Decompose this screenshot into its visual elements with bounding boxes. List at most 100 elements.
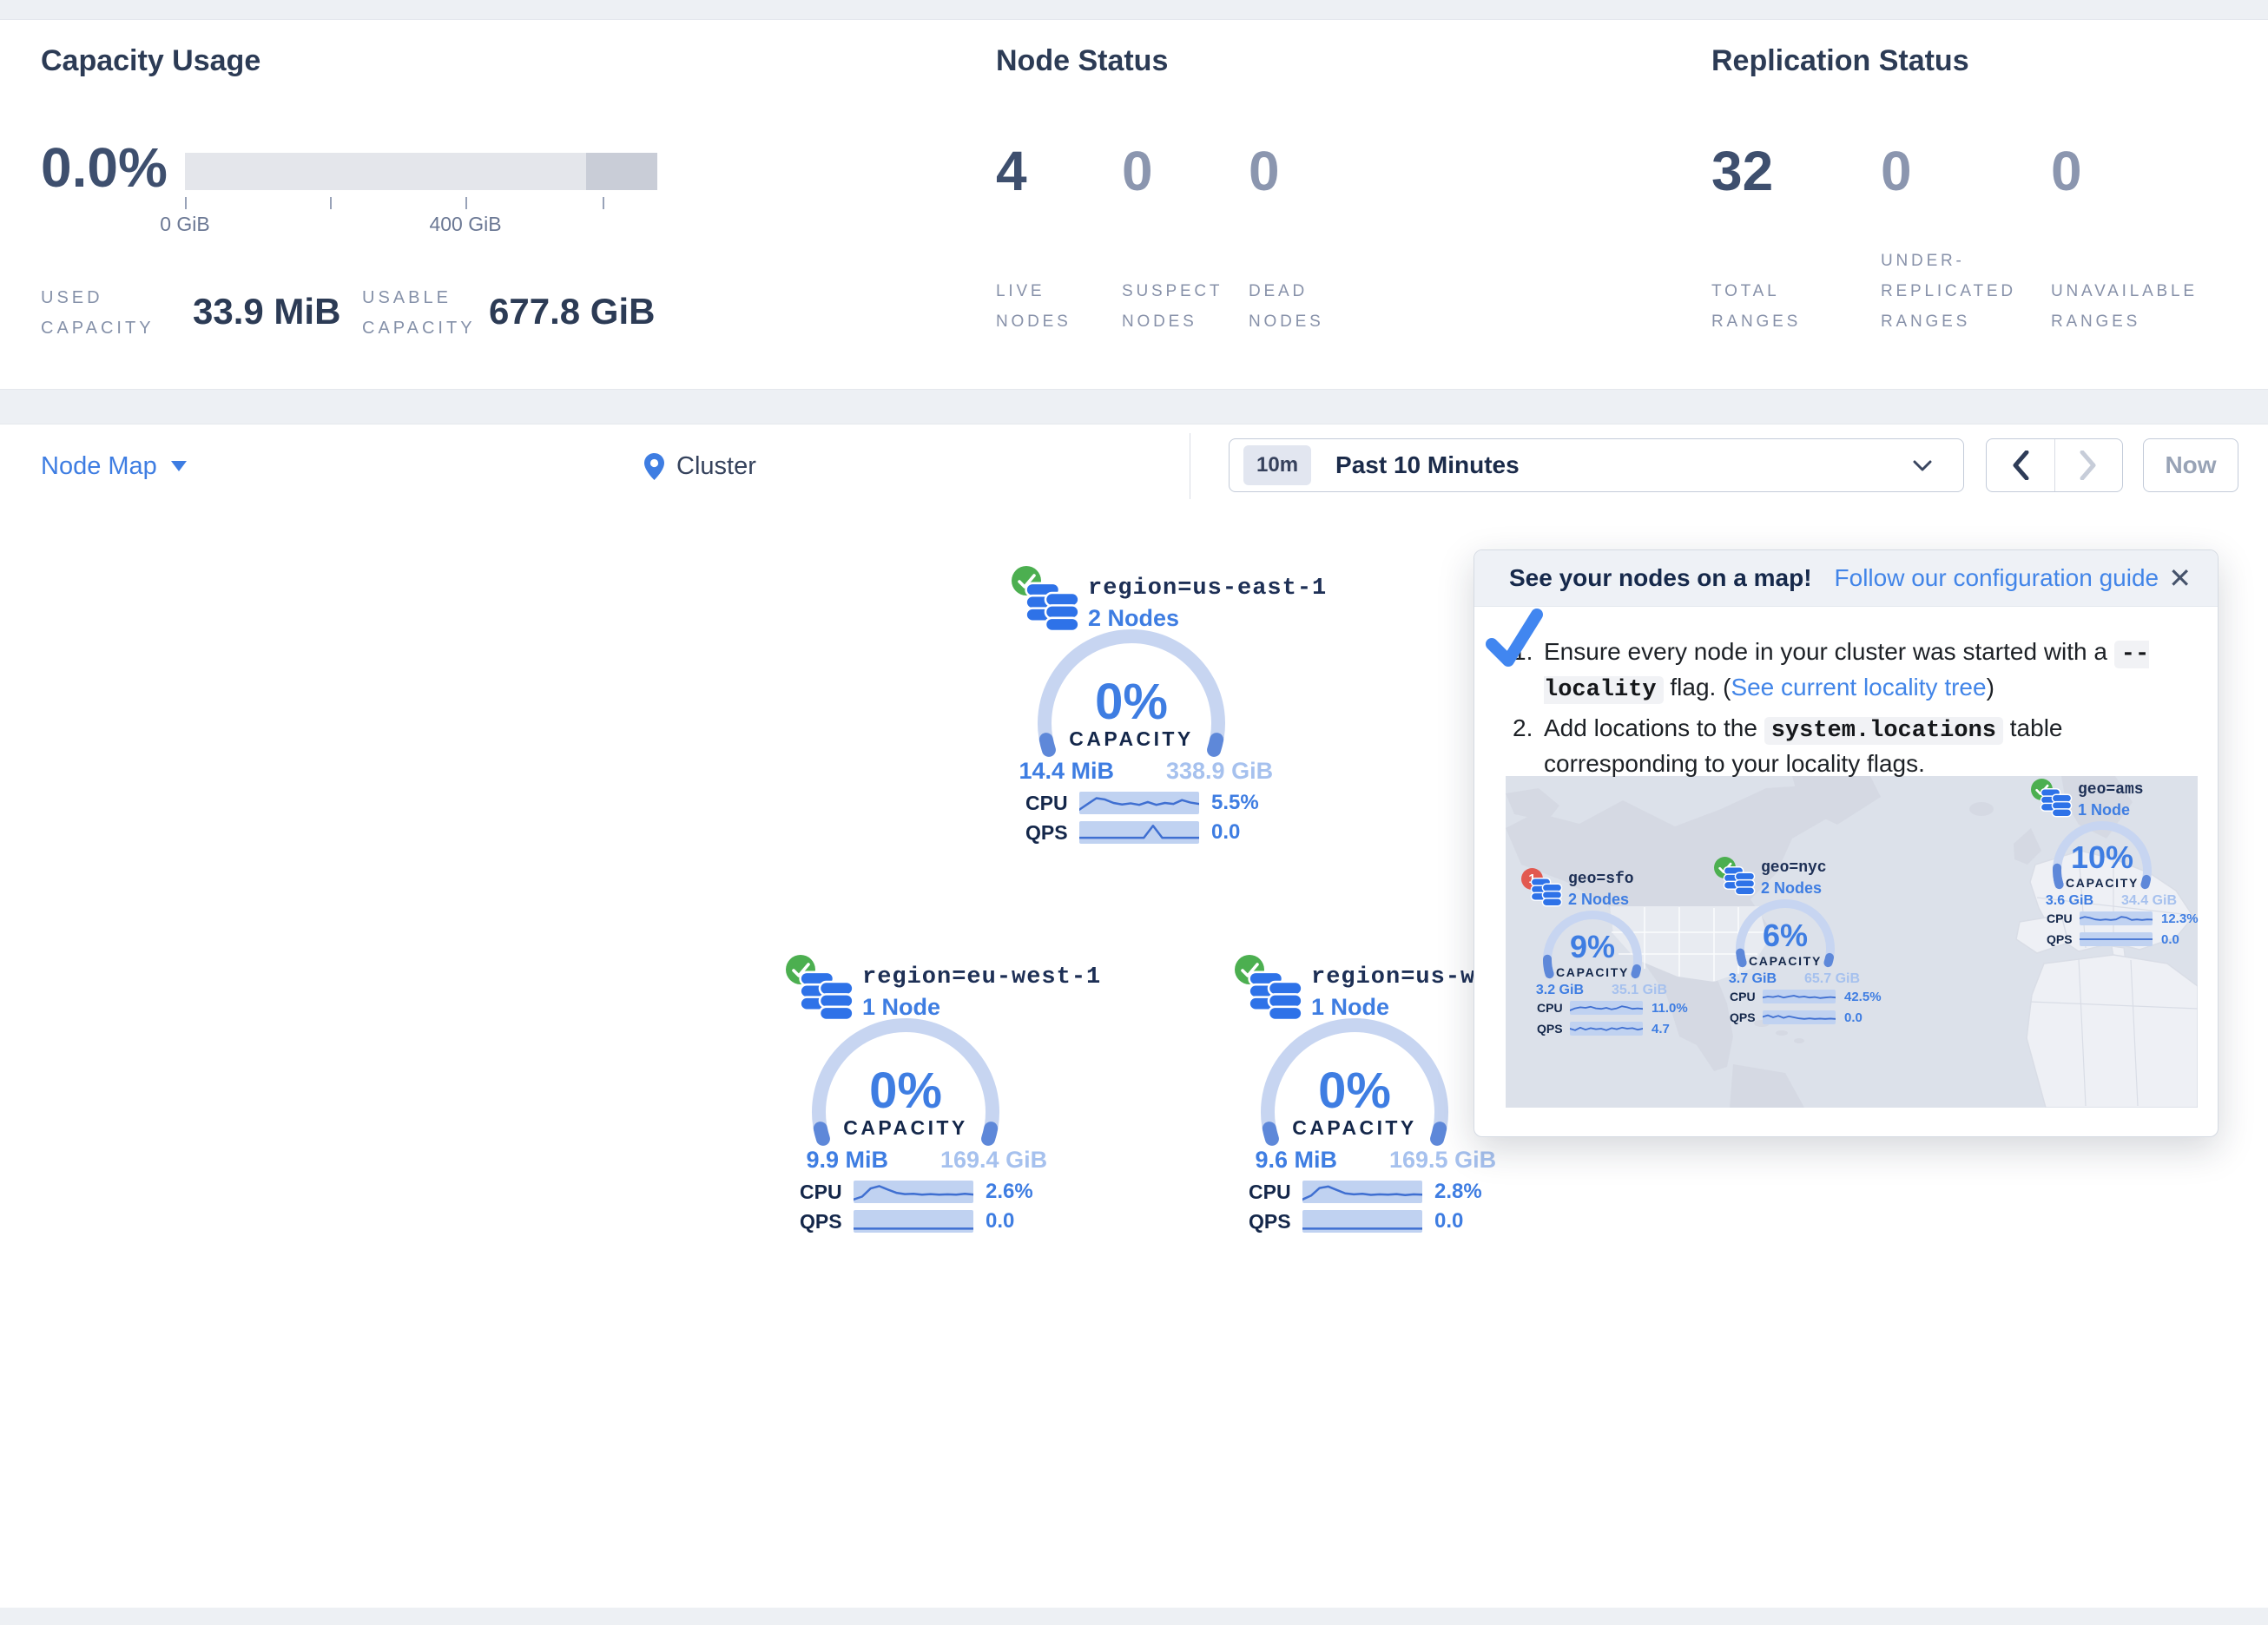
geo-pod-sfo: 1geo=sfo2 Nodes9%CAPACITY3.2 GiB35.1 GiB…	[1506, 856, 1723, 1047]
capacity-total-value: 65.7 GiB	[1804, 971, 1891, 987]
breadcrumb-label: Cluster	[676, 452, 756, 481]
cpu-sparkline	[1302, 1181, 1422, 1203]
replication-stat-value: 0	[1881, 143, 1912, 199]
geo-locality-label: geo=sfo	[1568, 871, 1634, 888]
now-button[interactable]: Now	[2143, 438, 2238, 492]
geo-locality-label: geo=ams	[2078, 781, 2144, 799]
step-text-fragment: flag. (	[1664, 674, 1731, 701]
cpu-sparkline	[1763, 990, 1836, 1003]
chevron-down-icon	[171, 461, 187, 471]
qps-label: QPS	[1730, 1010, 1763, 1024]
cpu-metric-row: CPU42.5%	[1730, 989, 1912, 1004]
qps-sparkline	[854, 1210, 973, 1233]
time-range-selector[interactable]: 10m Past 10 Minutes	[1229, 438, 1964, 492]
qps-label: QPS	[1025, 821, 1079, 845]
capacity-total-value: 34.4 GiB	[2121, 893, 2208, 909]
qps-metric-row: QPS0.0	[800, 1209, 1043, 1234]
axis-tick	[465, 197, 467, 209]
cpu-sparkline	[1079, 792, 1199, 814]
time-step-forward-button[interactable]	[2055, 439, 2123, 491]
node-stat-value: 0	[1249, 143, 1280, 199]
cpu-label: CPU	[1249, 1181, 1302, 1204]
axis-tick	[185, 197, 187, 209]
qps-value: 0.0	[1434, 1209, 1463, 1234]
capacity-used-value: 9.9 MiB	[775, 1147, 888, 1174]
cpu-value: 11.0%	[1652, 1001, 1688, 1016]
cockroachdb-admin-ui: Capacity Usage 0.0% 0 GiB 400 GiB USED C…	[0, 0, 2268, 1625]
sparkline-chart	[1079, 792, 1199, 814]
cpu-sparkline	[2080, 911, 2153, 925]
axis-tick-label: 400 GiB	[429, 213, 501, 236]
region-node-eu-west-1[interactable]: region=eu-west-11 Node0%CAPACITY9.9 MiB1…	[767, 938, 1053, 1242]
capacity-bar	[185, 153, 657, 190]
sparkline-chart	[1079, 821, 1199, 844]
cpu-label: CPU	[800, 1181, 854, 1204]
usable-capacity-label: USABLE CAPACITY	[362, 283, 501, 344]
big-check-icon	[1483, 606, 1546, 672]
cpu-metric-row: CPU11.0%	[1537, 1000, 1719, 1016]
chevron-down-icon	[1913, 460, 1932, 471]
capacity-used-value: 14.4 MiB	[1001, 758, 1114, 785]
capacity-percent: 0%	[767, 1062, 1045, 1120]
qps-sparkline	[1079, 821, 1199, 844]
configuration-guide-link[interactable]: Follow our configuration guide	[1835, 564, 2159, 592]
step-text-fragment: )	[1987, 674, 1994, 701]
setup-step-1: 1.Ensure every node in your cluster was …	[1513, 635, 2186, 707]
qps-value: 0.0	[2161, 932, 2179, 947]
time-window-badge: 10m	[1243, 445, 1311, 485]
time-step-back-button[interactable]	[1987, 439, 2055, 491]
node-stat-value: 0	[1122, 143, 1153, 199]
sparkline-chart	[1570, 1001, 1643, 1015]
close-icon[interactable]: ✕	[2168, 564, 2192, 592]
cpu-label: CPU	[2047, 911, 2080, 925]
axis-tick-label: 0 GiB	[160, 213, 210, 236]
capacity-used-value: 3.2 GiB	[1510, 983, 1584, 998]
chevron-left-icon	[2012, 451, 2029, 480]
step-text-fragment: Ensure every node in your cluster was st…	[1544, 638, 2114, 665]
time-window-label: Past 10 Minutes	[1335, 451, 1520, 479]
step-text: Ensure every node in your cluster was st…	[1544, 635, 2186, 707]
geo-pod-ams: geo=ams1 Node10%CAPACITY3.6 GiB34.4 GiBC…	[2015, 766, 2219, 957]
locality-tree-link[interactable]: See current locality tree	[1731, 674, 1986, 701]
sparkline-chart	[1763, 1010, 1836, 1024]
qps-value: 0.0	[1844, 1010, 1863, 1025]
sparkline-chart	[1302, 1181, 1422, 1203]
geo-locality-label: geo=nyc	[1761, 859, 1827, 877]
qps-metric-row: QPS 0.0	[2047, 931, 2219, 947]
step-text-fragment: Add locations to the	[1544, 714, 1764, 741]
popup-header: See your nodes on a map! Follow our conf…	[1474, 550, 2218, 607]
cpu-value: 12.3%	[2161, 911, 2199, 926]
capacity-total-value: 338.9 GiB	[1166, 758, 1288, 785]
capacity-bar-other-usage	[586, 153, 657, 190]
usable-capacity-value: 677.8 GiB	[489, 291, 655, 332]
qps-sparkline	[2080, 932, 2153, 946]
qps-metric-row: QPS 0.0	[1730, 1010, 1912, 1025]
region-node-us-east-1[interactable]: region=us-east-12 Nodes0%CAPACITY14.4 Mi…	[992, 549, 1279, 853]
breadcrumb[interactable]: Cluster	[644, 424, 756, 508]
cpu-value: 42.5%	[1844, 990, 1882, 1004]
node-status-title: Node Status	[996, 44, 1168, 78]
cpu-metric-row: CPU 12.3%	[2047, 911, 2219, 926]
view-selector-dropdown[interactable]: Node Map	[41, 424, 187, 508]
qps-metric-row: QPS4.7	[1537, 1021, 1719, 1036]
replication-stat-label: UNAVAILABLE RANGES	[2051, 241, 2225, 337]
qps-sparkline	[1302, 1210, 1422, 1233]
region-locality-label: region=us-east-1	[1088, 576, 1327, 602]
qps-label: QPS	[1537, 1022, 1570, 1036]
qps-metric-row: QPS0.0	[1025, 820, 1269, 845]
map-toolbar: Node Map Cluster 10m Past 10 Minutes	[0, 424, 2268, 509]
qps-value: 0.0	[986, 1209, 1014, 1234]
capacity-gauge-label: CAPACITY	[992, 727, 1270, 751]
region-node-us-west-1[interactable]: region=us-west-11 Node0%CAPACITY9.6 MiB1…	[1216, 938, 1502, 1242]
capacity-used-value: 3.6 GiB	[2020, 893, 2093, 909]
capacity-gauge-label: CAPACITY	[767, 1116, 1045, 1140]
cluster-stats-panel: Capacity Usage 0.0% 0 GiB 400 GiB USED C…	[0, 19, 2268, 390]
capacity-gauge-label: CAPACITY	[1216, 1116, 1493, 1140]
qps-label: QPS	[2047, 932, 2080, 946]
qps-sparkline	[1570, 1022, 1643, 1036]
axis-tick	[603, 197, 604, 209]
cpu-label: CPU	[1025, 792, 1079, 815]
capacity-usage-title: Capacity Usage	[41, 44, 260, 78]
cpu-sparkline	[854, 1181, 973, 1203]
qps-sparkline	[1763, 1010, 1836, 1024]
